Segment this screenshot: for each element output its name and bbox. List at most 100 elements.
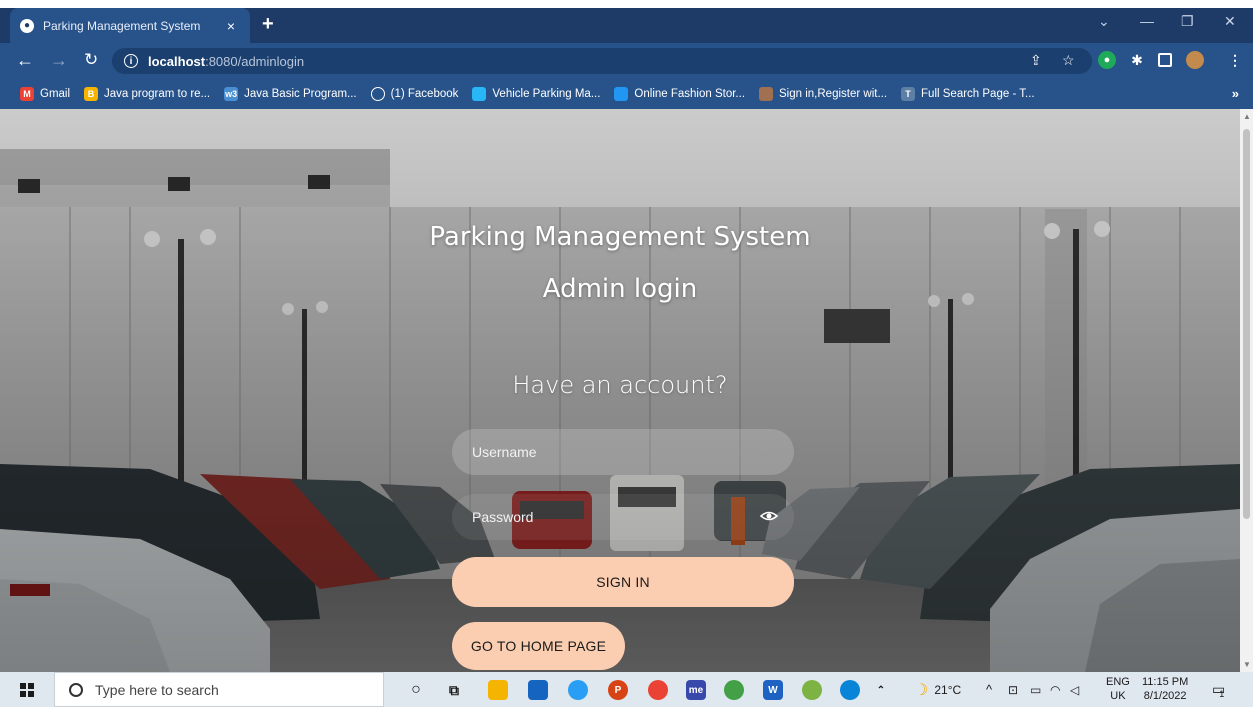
bookmark-item[interactable]: M Gmail — [20, 87, 70, 101]
weather-widget[interactable]: ☽ 21°C — [914, 672, 961, 707]
reload-icon[interactable]: ↻ — [84, 50, 98, 70]
url-path: :8080/adminlogin — [205, 53, 305, 69]
wifi-icon[interactable]: ◠ — [1050, 672, 1060, 707]
powerpoint-icon[interactable]: P — [608, 680, 628, 700]
moon-icon: ☽ — [914, 681, 929, 699]
3d-app-icon[interactable] — [568, 680, 588, 700]
page-title: Parking Management System — [429, 222, 811, 252]
overflow-chevron-icon[interactable]: ⌃ — [874, 680, 888, 700]
taskbar-search-placeholder: Type here to search — [95, 681, 219, 698]
bookmarks-overflow-button[interactable]: » — [1232, 86, 1239, 101]
scroll-down-icon[interactable]: ▼ — [1243, 660, 1251, 669]
file-explorer-icon[interactable] — [488, 680, 508, 700]
globe-icon — [370, 87, 385, 101]
profile-avatar[interactable] — [1186, 51, 1204, 69]
bookmark-item[interactable]: Sign in,Register wit... — [759, 87, 887, 101]
tab-close-button[interactable]: × — [222, 18, 240, 34]
kebab-menu-icon[interactable]: ⋮ — [1228, 52, 1242, 69]
username-placeholder: Username — [472, 444, 537, 460]
bookmark-star-icon[interactable]: ☆ — [1062, 52, 1075, 69]
scroll-up-icon[interactable]: ▲ — [1243, 112, 1251, 121]
cortana-icon[interactable]: ○ — [406, 680, 426, 700]
battery-icon[interactable]: ▭ — [1030, 672, 1041, 707]
sign-in-button[interactable]: SIGN IN — [452, 557, 794, 607]
bookmark-label: Java program to re... — [104, 88, 211, 100]
bookmark-item[interactable]: Online Fashion Stor... — [614, 87, 745, 101]
bookmark-label: Vehicle Parking Ma... — [492, 88, 601, 100]
system-clock[interactable]: 11:15 PM 8/1/2022 — [1142, 675, 1188, 703]
bookmark-item[interactable]: w3 Java Basic Program... — [224, 87, 357, 101]
clock-date: 8/1/2022 — [1143, 690, 1187, 702]
password-input[interactable]: Password — [452, 494, 794, 540]
page-subtitle: Admin login — [542, 274, 698, 304]
clock-time: 11:15 PM — [1142, 676, 1189, 688]
username-input[interactable]: Username — [452, 429, 794, 475]
droplet-icon — [472, 87, 487, 101]
edge-icon[interactable] — [840, 680, 860, 700]
bookmark-label: Gmail — [40, 88, 71, 100]
page-scrollbar[interactable]: ▲ ▼ — [1240, 109, 1253, 672]
me-app-icon[interactable]: me — [686, 680, 706, 700]
search-icon — [69, 682, 83, 697]
share-icon[interactable]: ⇪ — [1030, 52, 1042, 69]
language-code: ENG — [1106, 676, 1130, 688]
password-placeholder: Password — [472, 509, 534, 525]
window-close-button[interactable]: ✕ — [1224, 13, 1236, 30]
chevron-down-icon[interactable]: ⌄ — [1098, 13, 1110, 30]
extension-green-icon[interactable]: ● — [1098, 51, 1116, 69]
bookmark-label: Online Fashion Stor... — [634, 88, 746, 100]
word-icon[interactable]: W — [763, 680, 783, 700]
cartoon-icon — [759, 87, 774, 101]
windows-taskbar: Type here to search ○ ⧉ P me W ⌃ ☽ 21°C … — [0, 672, 1253, 707]
language-region: UK — [1110, 690, 1126, 702]
tab-parking-management[interactable]: ● Parking Management System × — [10, 8, 250, 43]
network-icon[interactable]: ⊡ — [1008, 672, 1018, 707]
back-arrow-icon[interactable]: ← — [16, 50, 34, 71]
store-icon[interactable] — [528, 680, 548, 700]
bookmark-label: (1) Facebook — [390, 88, 459, 100]
eclipse-icon[interactable] — [802, 680, 822, 700]
bookmark-b-icon: B — [84, 87, 99, 101]
eye-icon[interactable] — [760, 507, 778, 525]
windows-start-icon[interactable] — [20, 683, 34, 697]
notification-icon[interactable]: ▭ 1 — [1212, 672, 1225, 707]
bookmark-label: Sign in,Register wit... — [779, 88, 888, 100]
taskbar-search-input[interactable]: Type here to search — [54, 672, 384, 707]
task-view-icon[interactable]: ⧉ — [444, 680, 464, 700]
scrollbar-thumb[interactable] — [1243, 129, 1250, 519]
restore-button[interactable]: ❐ — [1181, 13, 1194, 30]
w3-icon: w3 — [224, 87, 239, 101]
flag-icon — [614, 87, 629, 101]
go-to-home-page-button[interactable]: GO TO HOME PAGE — [452, 622, 625, 670]
url-host: localhost — [148, 53, 206, 69]
bookmark-label: Java Basic Program... — [244, 88, 357, 100]
notification-count: 1 — [1219, 688, 1225, 699]
globe-icon: ● — [20, 18, 34, 33]
gmail-icon: M — [20, 87, 34, 101]
window-top-strip — [0, 0, 1253, 8]
chrome-icon[interactable] — [648, 680, 668, 700]
tray-chevron-icon[interactable]: ^ — [986, 672, 992, 707]
forward-arrow-icon[interactable]: → — [50, 50, 68, 71]
volume-icon[interactable]: ◁ — [1070, 672, 1079, 707]
page-viewport: Parking Management System Admin login Ha… — [0, 109, 1240, 672]
utorrent-icon[interactable] — [724, 680, 744, 700]
language-indicator[interactable]: ENG UK — [1106, 675, 1130, 703]
bookmark-item[interactable]: (1) Facebook — [370, 87, 459, 101]
site-info-icon[interactable]: i — [124, 54, 138, 68]
side-panel-icon[interactable] — [1158, 53, 1172, 67]
bookmark-label: Full Search Page - T... — [921, 88, 1035, 100]
t-icon: T — [901, 87, 916, 101]
weather-temp: 21°C — [934, 682, 962, 697]
extensions-puzzle-icon[interactable]: ✱ — [1128, 51, 1146, 69]
address-bar[interactable]: i localhost :8080/adminlogin — [112, 48, 1092, 74]
bookmark-item[interactable]: T Full Search Page - T... — [901, 87, 1035, 101]
browser-toolbar: ← → ↻ i localhost :8080/adminlogin ⇪ ☆ ●… — [0, 43, 1253, 79]
bookmark-item[interactable]: B Java program to re... — [84, 87, 210, 101]
new-tab-button[interactable]: + — [262, 13, 274, 36]
bookmark-item[interactable]: Vehicle Parking Ma... — [472, 87, 600, 101]
bookmarks-bar: M Gmail B Java program to re... w3 Java Basic… — [0, 79, 1253, 109]
minimize-button[interactable]: — — [1140, 13, 1154, 29]
have-account-heading: Have an account? — [512, 371, 728, 399]
tab-title: Parking Management System — [43, 18, 201, 33]
